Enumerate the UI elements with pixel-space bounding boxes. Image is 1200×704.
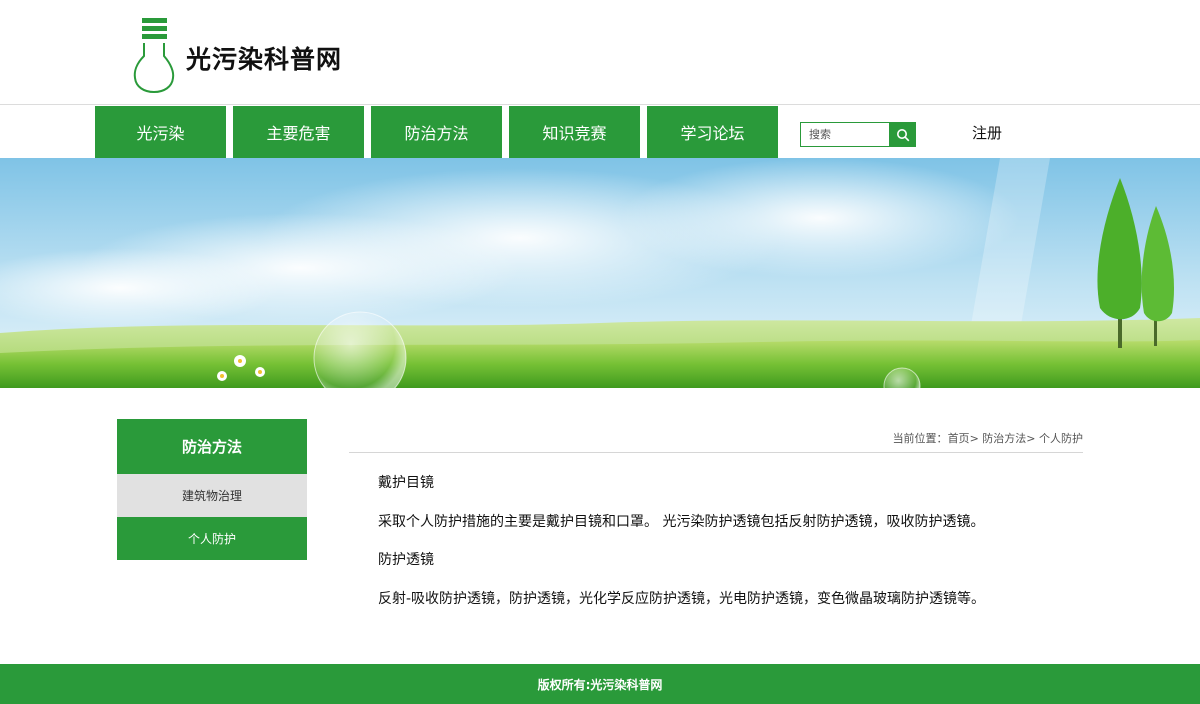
nav-item-forum[interactable]: 学习论坛	[647, 106, 778, 158]
banner-landscape	[0, 158, 1200, 388]
sidebar-item-personal-protection[interactable]: 个人防护	[117, 517, 307, 560]
nav-item-prevention[interactable]: 防治方法	[371, 106, 502, 158]
content-heading: 戴护目镜	[378, 475, 434, 491]
main-nav: 光污染 主要危害 防治方法 知识竞赛 学习论坛	[0, 106, 1200, 158]
site-header: 光污染科普网	[0, 0, 1200, 105]
lightbulb-icon	[133, 18, 175, 94]
register-link[interactable]: 注册	[972, 122, 1002, 143]
sidebar-title: 防治方法	[117, 419, 307, 474]
breadcrumb-current: 个人防护	[1039, 432, 1083, 445]
content-divider	[349, 452, 1083, 453]
search-button[interactable]	[890, 122, 916, 147]
banner-image	[0, 158, 1200, 388]
sidebar-item-building-governance[interactable]: 建筑物治理	[117, 474, 307, 517]
content-paragraph: 反射-吸收防护透镜，防护透镜，光化学反应防护透镜，光电防护透镜，变色微晶玻璃防护…	[378, 591, 986, 607]
breadcrumb: 当前位置：首页> 防治方法> 个人防护	[893, 430, 1083, 446]
sidebar: 防治方法 建筑物治理 个人防护	[117, 419, 307, 560]
site-footer: 版权所有:光污染科普网	[0, 664, 1200, 704]
content-heading: 防护透镜	[378, 552, 434, 568]
breadcrumb-home[interactable]: 首页	[948, 432, 970, 445]
breadcrumb-section[interactable]: 防治方法	[982, 432, 1026, 445]
breadcrumb-separator: >	[1026, 432, 1039, 445]
nav-item-main-hazards[interactable]: 主要危害	[233, 106, 364, 158]
footer-copyright: 版权所有:光污染科普网	[537, 677, 663, 692]
breadcrumb-separator: >	[969, 432, 983, 445]
search-input[interactable]	[800, 122, 890, 147]
nav-item-quiz[interactable]: 知识竞赛	[509, 106, 640, 158]
nav-item-light-pollution[interactable]: 光污染	[95, 106, 226, 158]
site-title[interactable]: 光污染科普网	[186, 40, 342, 76]
search-icon	[897, 128, 910, 141]
breadcrumb-prefix: 当前位置：	[892, 432, 948, 445]
content-paragraph: 采取个人防护措施的主要是戴护目镜和口罩。 光污染防护透镜包括反射防护透镜，吸收防…	[378, 514, 985, 530]
header-divider	[0, 104, 1200, 105]
